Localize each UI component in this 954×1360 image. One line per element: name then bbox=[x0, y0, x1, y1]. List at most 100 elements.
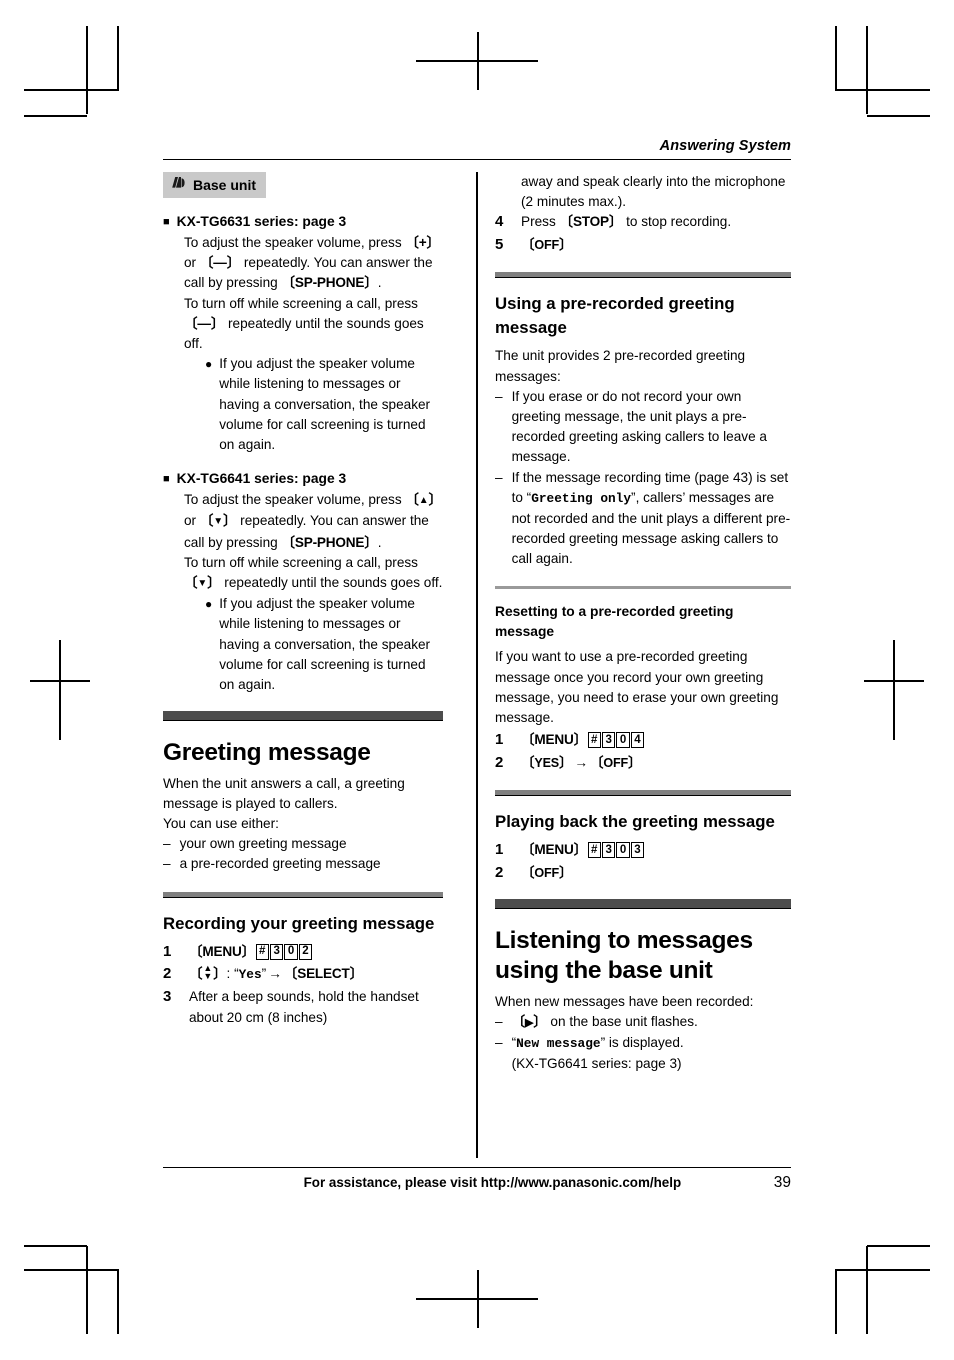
key-menu: 〔MENU〕 bbox=[521, 732, 588, 748]
key-sp-phone-label: SP-PHONE bbox=[294, 275, 365, 291]
section-bar-rule bbox=[495, 908, 791, 910]
step-number: 5 bbox=[495, 235, 504, 253]
crop-mark-top-right-vertical-outer bbox=[835, 26, 837, 91]
t: To turn off while screening a call, pres… bbox=[184, 295, 418, 311]
kx-tg6641-note-text: If you adjust the speaker volume while l… bbox=[219, 596, 431, 693]
t: Press bbox=[521, 214, 560, 230]
t: To adjust the speaker volume, press bbox=[184, 492, 406, 508]
crop-mark-top-right-horizontal-outer bbox=[836, 89, 930, 91]
crop-mark-top-left-horizontal-inner bbox=[24, 115, 87, 117]
section-bar-rule bbox=[163, 720, 443, 722]
step-number: 2 bbox=[163, 965, 172, 983]
t: is displayed. bbox=[605, 1034, 684, 1050]
base-unit-badge: Base unit bbox=[163, 172, 267, 198]
key-off: 〔OFF〕 bbox=[521, 864, 573, 880]
step-number: 2 bbox=[495, 863, 504, 881]
crop-mark-top-left-vertical-outer bbox=[117, 26, 119, 91]
step-content: Press 〔STOP〕 to stop recording. bbox=[521, 212, 791, 233]
arrow-icon: → bbox=[574, 754, 589, 770]
key-menu: 〔MENU〕 bbox=[189, 943, 256, 959]
registration-mark-top-horizontal bbox=[416, 60, 538, 62]
prerecorded-item-2-text: If the message recording time (page 43) … bbox=[512, 468, 791, 570]
step-number: 1 bbox=[163, 942, 172, 960]
t: To adjust the speaker volume, press bbox=[184, 235, 406, 250]
arrow-icon: → bbox=[268, 966, 282, 982]
key-navigator: 〔▲ ▼〕 bbox=[189, 963, 227, 982]
subsection-bar-rule bbox=[495, 795, 791, 797]
listening-intro: When new messages have been recorded: bbox=[495, 993, 754, 1009]
display-value: Yes bbox=[238, 967, 262, 983]
round-bullet-icon: ● bbox=[205, 357, 213, 372]
t: on the base unit flashes. bbox=[546, 1013, 698, 1029]
two-column-layout: Base unit ■ KX-TG6631 series: page 3 To … bbox=[163, 172, 791, 1158]
boxkey-3: 3 bbox=[269, 943, 284, 960]
step-1: 1 〔MENU〕 #3 0 3 bbox=[495, 840, 791, 861]
square-bullet-icon: ■ bbox=[163, 473, 170, 486]
column-divider-wrapper bbox=[459, 172, 495, 1158]
subsection-bar-rule bbox=[163, 896, 443, 898]
key-up-label: ▲ bbox=[418, 495, 429, 507]
recording-steps: 1 〔MENU〕 #3 0 2 2 〔▲ ▼〕: “Yes” → 〔SELECT〕 3 Af… bbox=[163, 942, 443, 1028]
crop-mark-bottom-right-vertical-outer bbox=[835, 1269, 837, 1334]
step-2: 2 〔OFF〕 bbox=[495, 863, 791, 884]
square-bullet-icon: ■ bbox=[163, 216, 170, 228]
registration-mark-left-vertical bbox=[59, 640, 61, 740]
section-title-listening: Listening to messages using the base uni… bbox=[495, 926, 753, 984]
key-minus-2-label: — bbox=[197, 315, 211, 331]
greeting-message-intro2: You can use either: bbox=[163, 816, 279, 832]
dash-bullet-icon: – bbox=[495, 1013, 503, 1029]
section-bar-greeting-message bbox=[163, 711, 443, 721]
t: . bbox=[377, 275, 382, 291]
navigator-glyph-icon: ▲ ▼ bbox=[203, 963, 213, 982]
t: : bbox=[226, 966, 235, 982]
crop-mark-top-right-horizontal-inner bbox=[867, 115, 930, 117]
dash-bullet-icon: – bbox=[163, 856, 171, 872]
step-content: 〔▲ ▼〕: “Yes” → 〔SELECT〕 bbox=[189, 964, 443, 985]
option-label: your own greeting message bbox=[179, 836, 347, 852]
step-content: 〔YES〕 → 〔OFF〕 bbox=[521, 753, 791, 774]
step-content: 〔MENU〕 #3 0 3 bbox=[521, 840, 791, 861]
playing-back-steps: 1 〔MENU〕 #3 0 3 2 〔OFF〕 bbox=[495, 840, 791, 883]
kx-tg6631-paragraph-1: To adjust the speaker volume, press 〔+〕 … bbox=[184, 233, 443, 294]
key-down-label: ▼ bbox=[213, 516, 223, 528]
kx-tg6631-paragraph-2: To turn off while screening a call, pres… bbox=[184, 294, 443, 355]
prerecorded-item-1-text: If you erase or do not record your own g… bbox=[511, 388, 767, 465]
key-stop-label: STOP bbox=[572, 214, 609, 230]
step-2: 2 〔YES〕 → 〔OFF〕 bbox=[495, 753, 791, 774]
key-up: 〔▲〕 bbox=[405, 492, 442, 508]
greeting-message-options: – your own greeting message – a pre-record… bbox=[163, 834, 443, 874]
subsection-bar-rule bbox=[495, 277, 791, 279]
key-sp-phone-2: 〔SP-PHONE〕 bbox=[281, 534, 378, 550]
heading-kx-tg6631: ■ KX-TG6631 series: page 3 bbox=[163, 212, 443, 233]
step-2: 2 〔▲ ▼〕: “Yes” → 〔SELECT〕 bbox=[163, 964, 443, 985]
display-text-yes: “Yes” bbox=[234, 966, 267, 983]
kx-tg6631-note-text: If you adjust the speaker volume while l… bbox=[219, 356, 431, 453]
key-plus: 〔+〕 bbox=[405, 235, 440, 250]
display-value-greeting-only: Greeting only bbox=[531, 490, 632, 506]
list-item: – “New message” is displayed. (KX-TG6641 s… bbox=[495, 1033, 791, 1074]
key-off-label: OFF bbox=[603, 755, 629, 770]
dash-bullet-icon: – bbox=[163, 836, 171, 852]
step-number: 1 bbox=[495, 841, 504, 859]
crop-mark-bottom-right-horizontal-outer bbox=[836, 1269, 930, 1271]
section-bar-listening bbox=[495, 899, 791, 909]
boxkey-3b: 3 bbox=[630, 842, 645, 859]
footer-assistance-text: For assistance, please visit http://www.… bbox=[303, 1175, 682, 1190]
step-1: 1 〔MENU〕 #3 0 4 bbox=[495, 730, 791, 751]
registration-mark-right-horizontal bbox=[864, 680, 924, 682]
key-down: 〔▼〕 bbox=[199, 513, 237, 529]
page-footer: For assistance, please visit http://www.… bbox=[163, 1168, 791, 1192]
boxkey-2: 2 bbox=[298, 943, 313, 960]
boxkey-3: 3 bbox=[601, 732, 616, 749]
step-content: 〔MENU〕 #3 0 4 bbox=[521, 730, 791, 751]
crop-mark-bottom-left-horizontal-outer bbox=[24, 1269, 118, 1271]
kx-tg6641-paragraph-1: To adjust the speaker volume, press 〔▲〕 … bbox=[184, 490, 443, 553]
key-play: 〔▶〕 bbox=[511, 1013, 547, 1029]
t: or bbox=[184, 255, 200, 271]
boxkey-0: 0 bbox=[616, 842, 630, 859]
key-yes: 〔YES〕 bbox=[521, 754, 573, 770]
t: to stop recording. bbox=[622, 214, 732, 230]
listening-item-2: “New message” is displayed. (KX-TG6641 se… bbox=[511, 1034, 684, 1072]
kx-tg6641-body: To adjust the speaker volume, press 〔▲〕 … bbox=[163, 490, 443, 695]
list-item: – If you erase or do not record your own … bbox=[495, 387, 791, 468]
